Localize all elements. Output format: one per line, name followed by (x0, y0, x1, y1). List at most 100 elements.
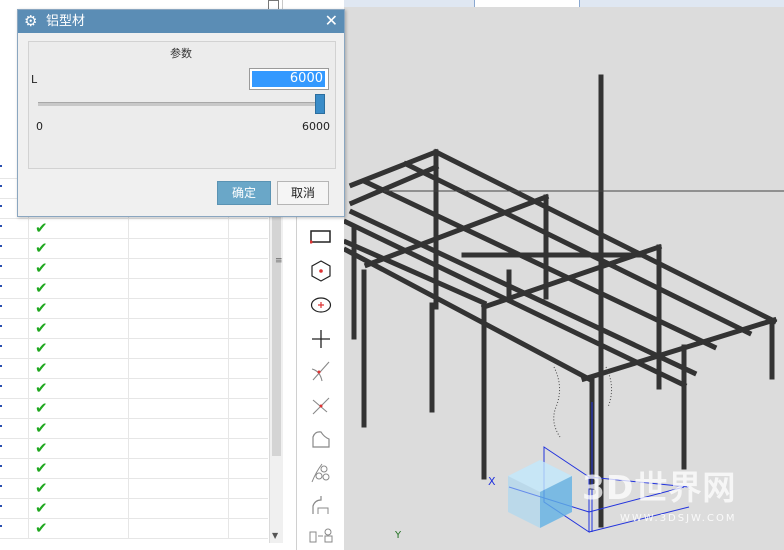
list-item[interactable]: ✔ (0, 478, 268, 499)
shape-icon[interactable] (305, 426, 337, 452)
column-divider (128, 418, 129, 438)
row-dot (0, 525, 2, 527)
row-indicator (0, 338, 29, 358)
column-divider (228, 398, 229, 418)
list-item[interactable]: ✔ (0, 258, 268, 279)
dialog-title-bar[interactable]: ⚙ 铝型材 ✕ (18, 10, 344, 33)
row-dot (0, 505, 2, 507)
row-indicator (0, 378, 29, 398)
column-divider (228, 318, 229, 338)
list-item[interactable]: ✔ (0, 338, 268, 359)
column-divider (128, 498, 129, 518)
column-divider (128, 398, 129, 418)
list-item[interactable]: ✔ (0, 378, 268, 399)
parameter-value-text[interactable]: 6000 (251, 71, 325, 87)
row-dot (0, 385, 2, 387)
column-divider (228, 438, 229, 458)
aluminum-profile-dialog: ⚙ 铝型材 ✕ 参数 L 6000 0 6000 确定 取消 (17, 9, 345, 217)
row-indicator (0, 298, 29, 318)
row-indicator (0, 398, 29, 418)
close-icon[interactable]: ✕ (325, 11, 338, 31)
row-indicator (0, 358, 29, 378)
row-indicator (0, 238, 29, 258)
row-dot (0, 225, 2, 227)
scroll-down-icon[interactable]: ▼ (272, 531, 278, 540)
list-item[interactable]: ✔ (0, 278, 268, 299)
length-slider-track[interactable] (38, 102, 320, 106)
row-indicator (0, 258, 29, 278)
check-icon: ✔ (35, 479, 48, 497)
list-item[interactable]: ✔ (0, 518, 268, 539)
document-tab-strip (344, 0, 784, 7)
corner-icon[interactable] (305, 492, 337, 518)
check-icon: ✔ (35, 419, 48, 437)
check-icon: ✔ (35, 219, 48, 237)
list-item[interactable]: ✔ (0, 498, 268, 519)
hexagon-point-icon[interactable] (305, 258, 337, 284)
row-dot (0, 205, 2, 207)
vertical-toolbar (296, 210, 345, 550)
row-indicator (0, 498, 29, 518)
length-slider-thumb[interactable] (315, 94, 325, 114)
check-icon: ✔ (35, 239, 48, 257)
column-divider (128, 518, 129, 538)
gear-icon: ⚙ (24, 12, 38, 30)
check-icon: ✔ (35, 499, 48, 517)
scrollbar-thumb[interactable]: ≡ (272, 206, 283, 456)
ok-button[interactable]: 确定 (217, 181, 271, 205)
check-icon: ✔ (35, 519, 48, 537)
list-item[interactable]: ✔ (0, 438, 268, 459)
cancel-button[interactable]: 取消 (277, 181, 329, 205)
check-icon: ✔ (35, 299, 48, 317)
tab-document-2[interactable] (474, 0, 580, 7)
column-divider (228, 518, 229, 538)
check-icon: ✔ (35, 439, 48, 457)
list-item[interactable]: ✔ (0, 398, 268, 419)
column-divider (228, 418, 229, 438)
tangent-line-icon[interactable] (305, 358, 337, 384)
list-item[interactable]: ✔ (0, 458, 268, 479)
cross-point-icon[interactable] (305, 326, 337, 352)
normal-line-icon[interactable] (305, 392, 337, 418)
row-dot (0, 405, 2, 407)
watermark-text: 3D世界网 (582, 468, 737, 507)
column-divider (228, 378, 229, 398)
row-indicator (0, 478, 29, 498)
watermark-url: WWW.3DSJW.COM (620, 513, 737, 524)
row-indicator (0, 278, 29, 298)
column-divider (228, 498, 229, 518)
row-dot (0, 185, 2, 187)
list-item[interactable]: ✔ (0, 418, 268, 439)
column-divider (128, 438, 129, 458)
column-divider (228, 298, 229, 318)
check-icon: ✔ (35, 319, 48, 337)
column-divider (228, 238, 229, 258)
list-item[interactable]: ✔ (0, 298, 268, 319)
column-divider (128, 218, 129, 238)
list-scrollbar[interactable]: ≡ ▼ (269, 200, 283, 543)
column-divider (128, 258, 129, 278)
multi-circle-icon[interactable] (305, 460, 337, 486)
list-item[interactable]: ✔ (0, 218, 268, 239)
list-item[interactable]: ✔ (0, 238, 268, 259)
check-icon: ✔ (35, 279, 48, 297)
row-indicator (0, 438, 29, 458)
rectangle-icon[interactable] (305, 224, 337, 250)
triad-x-label: X (488, 475, 496, 488)
check-icon: ✔ (35, 379, 48, 397)
row-dot (0, 365, 2, 367)
row-dot (0, 345, 2, 347)
column-divider (228, 258, 229, 278)
parameter-value-input[interactable]: 6000 (249, 68, 329, 90)
list-item[interactable]: ✔ (0, 358, 268, 379)
list-item[interactable]: ✔ (0, 318, 268, 339)
transform-icon[interactable] (305, 522, 337, 548)
row-indicator (0, 518, 29, 538)
watermark: 3D世界网 WWW.3DSJW.COM (502, 456, 782, 532)
ellipse-point-icon[interactable] (305, 292, 337, 318)
row-dot (0, 165, 2, 167)
view-triad-y-label: Y (394, 530, 402, 541)
grip-icon: ≡ (275, 256, 283, 266)
row-dot (0, 445, 2, 447)
parameter-name-label: L (31, 73, 38, 86)
